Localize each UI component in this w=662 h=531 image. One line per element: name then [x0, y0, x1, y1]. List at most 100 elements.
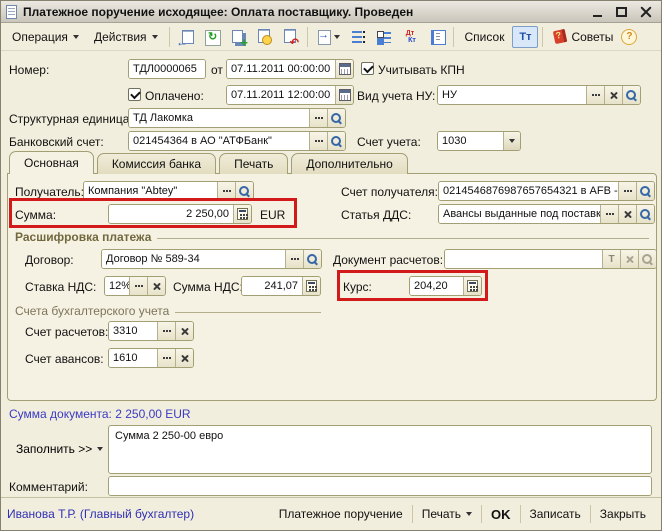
recipient-account-label: Счет получателя:	[341, 185, 438, 199]
select-button[interactable]	[285, 250, 303, 268]
maximize-button[interactable]	[614, 4, 629, 19]
reread-button[interactable]	[174, 26, 199, 48]
dropdown-caret-icon	[334, 35, 340, 39]
comment-input[interactable]	[109, 477, 651, 495]
structure-icon	[376, 29, 392, 45]
type-select-button[interactable]: T	[602, 250, 620, 268]
window-title: Платежное поручение исходящее: Оплата по…	[23, 5, 584, 19]
settlement-doc-input[interactable]	[445, 250, 602, 268]
date-input[interactable]: 07.11.2011 00:00:00	[227, 60, 335, 78]
open-button[interactable]	[636, 182, 654, 200]
vat-rate-input[interactable]: 12%	[105, 277, 129, 295]
tab-osnovnaya[interactable]: Основная	[9, 151, 94, 174]
settlement-account-label: Счет расчетов:	[25, 325, 108, 339]
contract-input[interactable]: Договор № 589-34	[102, 250, 285, 268]
select-button[interactable]	[157, 322, 175, 340]
recipient-input[interactable]: Компания "Abtey"	[84, 182, 217, 200]
save-button[interactable]: Записать	[521, 502, 590, 526]
calendar-button[interactable]	[335, 86, 353, 104]
accounts-group-title: Счета бухгалтерского учета	[15, 304, 169, 318]
calculator-button[interactable]	[233, 205, 251, 223]
ledger-value[interactable]: 1030	[438, 132, 503, 150]
select-button[interactable]	[600, 205, 618, 223]
calendar-button[interactable]	[335, 60, 353, 78]
nu-input[interactable]: НУ	[438, 86, 586, 104]
structure-button[interactable]	[372, 26, 397, 48]
ok-button[interactable]: OK	[482, 502, 520, 526]
select-button[interactable]	[309, 132, 327, 150]
author-link[interactable]: Иванова Т.Р. (Главный бухгалтер)	[7, 507, 270, 521]
clear-button[interactable]	[620, 250, 638, 268]
actions-menu-button[interactable]: Действия	[87, 26, 165, 48]
advance-account-input[interactable]: 1610	[109, 349, 157, 367]
paid-checkbox[interactable]	[128, 88, 141, 101]
select-button[interactable]	[618, 182, 636, 200]
paid-date-input[interactable]: 07.11.2011 12:00:00	[227, 86, 335, 104]
open-button[interactable]	[638, 250, 656, 268]
clear-button[interactable]	[604, 86, 622, 104]
unit-input[interactable]: ТД Лакомка	[129, 109, 309, 127]
post-document-icon	[256, 29, 272, 45]
unpost-document-button[interactable]	[278, 26, 303, 48]
close-icon	[640, 6, 651, 17]
ellipsis-icon	[163, 357, 165, 359]
minimize-button[interactable]	[590, 4, 605, 19]
open-button[interactable]	[636, 205, 654, 223]
exchange-rate-input[interactable]: 204,20	[410, 277, 463, 295]
clear-button[interactable]	[618, 205, 636, 223]
tab-pechat[interactable]: Печать	[219, 153, 288, 174]
vat-amount-input[interactable]: 241,07	[242, 277, 302, 295]
go-to-button[interactable]	[312, 26, 345, 48]
tab-dopolnitelno[interactable]: Дополнительно	[291, 153, 407, 174]
list-settings-button[interactable]	[346, 26, 371, 48]
payment-purpose-textarea[interactable]: Сумма 2 250-00 евро	[108, 425, 652, 474]
post-document-button[interactable]	[252, 26, 277, 48]
open-button[interactable]	[327, 109, 345, 127]
operation-menu-button[interactable]: Операция	[5, 26, 86, 48]
clear-button[interactable]	[175, 349, 193, 367]
select-button[interactable]	[309, 109, 327, 127]
dt-label: Дт	[402, 30, 418, 37]
document-movements-button[interactable]	[424, 26, 449, 48]
dt-kt-postings-button[interactable]: Дт Кт	[398, 26, 423, 48]
calculator-button[interactable]	[463, 277, 481, 295]
group-divider-line	[175, 312, 321, 313]
amount-field-wrap: 2 250,00	[108, 204, 252, 224]
tips-button[interactable]: Советы	[547, 26, 620, 48]
ledger-dropdown-button[interactable]	[503, 132, 520, 150]
open-button[interactable]	[303, 250, 321, 268]
bank-account-input[interactable]: 021454364 в АО "АТФБанк"	[129, 132, 309, 150]
amount-input[interactable]: 2 250,00	[109, 205, 233, 223]
select-button[interactable]	[217, 182, 235, 200]
select-button[interactable]	[129, 277, 147, 295]
payment-order-button[interactable]: Платежное поручение	[270, 502, 412, 526]
list-button[interactable]: Список	[458, 26, 512, 48]
cashflow-input[interactable]: Авансы выданные под поставку	[439, 205, 600, 223]
open-button[interactable]	[235, 182, 253, 200]
refresh-button[interactable]	[200, 26, 225, 48]
copy-button[interactable]	[226, 26, 251, 48]
calculator-button[interactable]	[302, 277, 320, 295]
open-button[interactable]	[327, 132, 345, 150]
dropdown-caret-icon	[97, 447, 103, 451]
dropdown-caret-icon	[466, 512, 472, 516]
open-button[interactable]	[622, 86, 640, 104]
print-button[interactable]: Печать	[413, 502, 481, 526]
toolbar-separator	[453, 27, 454, 47]
recipient-label: Получатель:	[15, 185, 84, 199]
select-button[interactable]	[586, 86, 604, 104]
close-button[interactable]	[638, 4, 653, 19]
number-input[interactable]: ТДЛ0000065	[129, 60, 205, 78]
fill-button[interactable]: Заполнить >>	[16, 442, 103, 456]
clear-button[interactable]	[147, 277, 165, 295]
description-type-button[interactable]: Тт	[512, 26, 538, 48]
kpn-checkbox[interactable]	[361, 62, 374, 75]
close-form-button[interactable]: Закрыть	[591, 502, 655, 526]
recipient-account-input[interactable]: 0214546876987657654321 в AFB - А	[439, 182, 618, 200]
tab-komissiya-banka[interactable]: Комиссия банка	[97, 153, 216, 174]
settlement-account-input[interactable]: 3310	[109, 322, 157, 340]
amount-label: Сумма:	[15, 208, 56, 222]
clear-button[interactable]	[175, 322, 193, 340]
help-button[interactable]: ?	[621, 29, 637, 45]
select-button[interactable]	[157, 349, 175, 367]
